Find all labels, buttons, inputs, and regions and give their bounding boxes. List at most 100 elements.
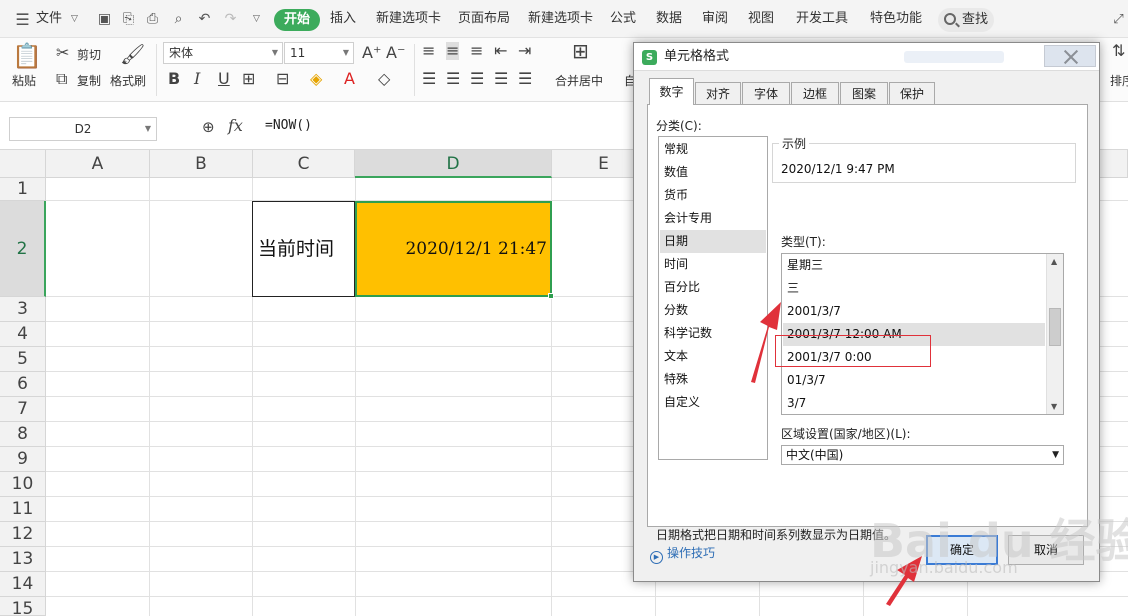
align-right-icon[interactable]: ☰ [470, 70, 484, 88]
cell-d2-selected[interactable]: 2020/12/1 21:47 [355, 201, 554, 299]
underline-button[interactable]: U [218, 70, 230, 88]
hamburger-menu-icon[interactable]: ☰ [14, 11, 31, 28]
category-item[interactable]: 科学记数 [660, 322, 766, 345]
tab-start[interactable]: 开始 [274, 9, 320, 31]
format-painter-button[interactable]: 格式刷 [110, 72, 146, 89]
row-header[interactable]: 10 [0, 472, 46, 497]
category-item[interactable]: 常规 [660, 138, 766, 161]
export-pdf-icon[interactable]: ⎘ [120, 11, 137, 28]
fill-color-icon[interactable]: ◈ [310, 70, 322, 88]
type-item[interactable]: 3/7 [783, 392, 1045, 414]
format-painter-icon[interactable]: 🖌 [120, 42, 145, 66]
row-header[interactable]: 6 [0, 372, 46, 397]
column-header[interactable]: D [355, 150, 552, 178]
tab-data[interactable]: 数据 [656, 0, 682, 38]
indent-increase-icon[interactable]: ⇥ [518, 42, 531, 60]
row-header[interactable]: 9 [0, 447, 46, 472]
row-header[interactable]: 1 [0, 178, 46, 201]
merge-cells-icon[interactable]: ⊟ [276, 70, 289, 88]
zoom-icon[interactable]: ⊕ [202, 118, 215, 136]
undo-icon[interactable]: ↶ [196, 11, 213, 28]
close-icon[interactable] [1044, 45, 1096, 67]
scissors-icon[interactable]: ✂ [56, 44, 69, 62]
tab-special[interactable]: 特色功能 [870, 0, 922, 38]
category-list[interactable]: 常规 数值 货币 会计专用 日期 时间 百分比 分数 科学记数 文本 特殊 自定… [658, 136, 768, 460]
row-header[interactable]: 5 [0, 347, 46, 372]
merge-center-icon[interactable]: ⊞ [572, 41, 589, 61]
scrollbar-thumb[interactable] [1049, 308, 1061, 346]
tab-new-1[interactable]: 新建选项卡 [376, 0, 441, 38]
type-item[interactable]: 三 [783, 277, 1045, 300]
copy-icon[interactable]: ⧉ [56, 70, 67, 88]
increase-font-icon[interactable]: A⁺ [362, 44, 381, 62]
bold-button[interactable]: B [168, 70, 180, 88]
type-item[interactable]: 01/3/7 [783, 369, 1045, 392]
column-header[interactable]: C [253, 150, 355, 178]
align-center-icon[interactable]: ☰ [446, 70, 460, 88]
paste-button[interactable]: 粘贴 [12, 72, 36, 89]
formula-input[interactable]: =NOW() [265, 118, 312, 133]
merge-center-button[interactable]: 合并居中 [555, 72, 603, 89]
row-header[interactable]: 11 [0, 497, 46, 522]
font-name-select[interactable]: 宋体 ▼ [163, 42, 283, 64]
save-icon[interactable]: ▣ [96, 11, 113, 28]
sort-icon[interactable]: ⇅ [1112, 42, 1125, 60]
paste-icon[interactable]: 📋 [12, 42, 42, 70]
tab-review[interactable]: 审阅 [702, 0, 728, 38]
row-header[interactable]: 8 [0, 422, 46, 447]
chevron-down-icon[interactable]: ▽ [66, 11, 83, 28]
distribute-icon[interactable]: ☰ [518, 70, 532, 88]
copy-button[interactable]: 复制 [77, 72, 101, 89]
type-item[interactable]: 星期三 [783, 254, 1045, 277]
dialog-title-bar[interactable]: S 单元格格式 [634, 43, 1099, 71]
redo-icon[interactable]: ↷ [222, 11, 239, 28]
tab-view[interactable]: 视图 [748, 0, 774, 38]
align-top-icon[interactable]: ≡ [422, 42, 435, 60]
tab-border[interactable]: 边框 [791, 82, 839, 104]
select-all-corner[interactable] [0, 150, 46, 178]
category-item[interactable]: 特殊 [660, 368, 766, 391]
indent-decrease-icon[interactable]: ⇤ [494, 42, 507, 60]
row-header[interactable]: 7 [0, 397, 46, 422]
tab-alignment[interactable]: 对齐 [695, 82, 741, 104]
category-item[interactable]: 数值 [660, 161, 766, 184]
clear-format-icon[interactable]: ◇ [378, 70, 390, 88]
type-list-scrollbar[interactable]: ▲ ▼ [1046, 254, 1063, 414]
scroll-up-icon[interactable]: ▲ [1051, 257, 1057, 266]
category-item-selected[interactable]: 日期 [660, 230, 766, 253]
type-item[interactable]: 2001/3/7 [783, 300, 1045, 323]
search-box[interactable]: 查找 [938, 8, 994, 32]
expand-icon[interactable]: ⤢ [1110, 11, 1127, 28]
justify-icon[interactable]: ☰ [494, 70, 508, 88]
tips-link[interactable]: ▶ 操作技巧 [650, 544, 715, 564]
row-header[interactable]: 12 [0, 522, 46, 547]
column-header[interactable]: B [150, 150, 253, 178]
tab-new-2[interactable]: 新建选项卡 [528, 0, 593, 38]
align-left-icon[interactable]: ☰ [422, 70, 436, 88]
row-header[interactable]: 14 [0, 572, 46, 597]
tab-developer[interactable]: 开发工具 [796, 0, 848, 38]
cell-c2[interactable]: 当前时间 [252, 201, 355, 297]
tab-formulas[interactable]: 公式 [610, 0, 636, 38]
font-size-select[interactable]: 11 ▼ [284, 42, 354, 64]
category-item[interactable]: 自定义 [660, 391, 766, 414]
tab-pattern[interactable]: 图案 [840, 82, 888, 104]
fill-handle[interactable] [548, 293, 554, 299]
type-list[interactable]: 星期三 三 2001/3/7 2001/3/7 12:00 AM 2001/3/… [781, 253, 1064, 415]
font-color-icon[interactable]: A [344, 70, 355, 88]
align-middle-icon[interactable]: ≡ [446, 42, 460, 60]
tab-number[interactable]: 数字 [649, 78, 694, 105]
category-item[interactable]: 文本 [660, 345, 766, 368]
tab-protection[interactable]: 保护 [889, 82, 935, 104]
print-icon[interactable]: ⎙ [144, 11, 161, 28]
align-bottom-icon[interactable]: ≡ [470, 42, 483, 60]
category-item[interactable]: 货币 [660, 184, 766, 207]
column-header[interactable]: A [46, 150, 150, 178]
locale-select[interactable]: 中文(中国) ▼ [781, 445, 1064, 465]
italic-button[interactable]: I [194, 70, 200, 88]
print-preview-icon[interactable]: ⌕ [170, 11, 187, 28]
sort-button[interactable]: 排序 [1110, 72, 1128, 89]
customize-toolbar-icon[interactable]: ▽ [248, 11, 265, 28]
cut-button[interactable]: 剪切 [77, 46, 101, 63]
category-item[interactable]: 会计专用 [660, 207, 766, 230]
